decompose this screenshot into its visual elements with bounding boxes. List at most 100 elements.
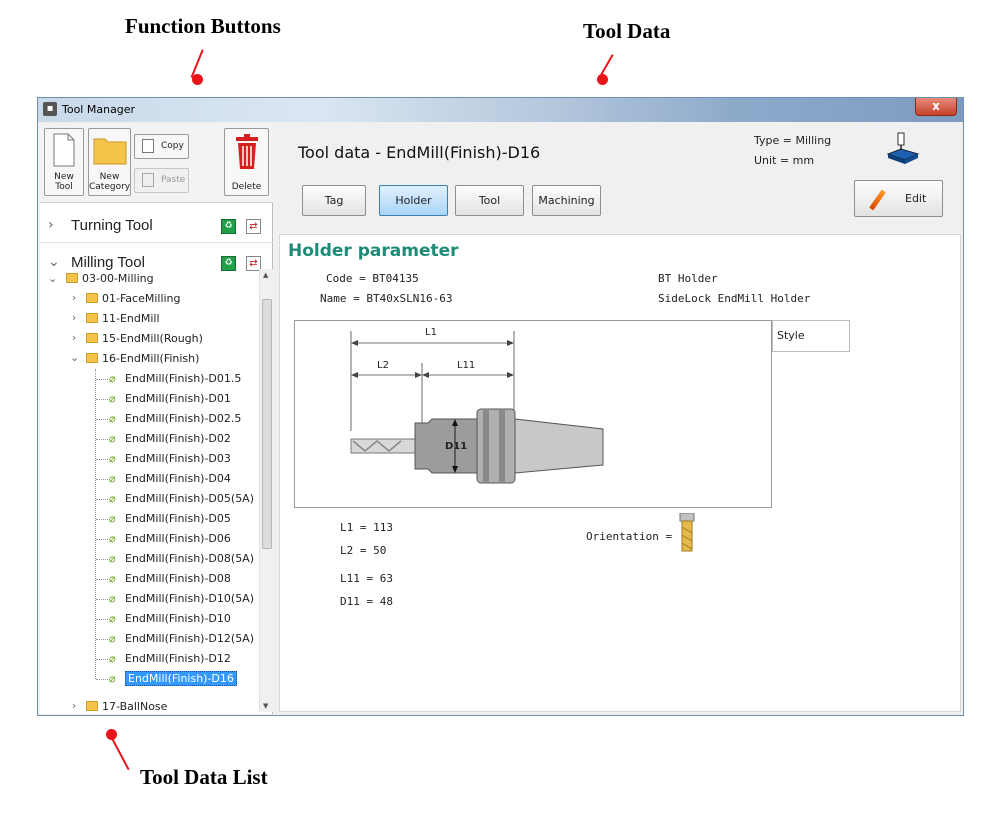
chevron-down-icon[interactable]: ⌄ — [70, 351, 79, 364]
holder-parameter-panel: Holder parameter Code = BT04135 Name = B… — [279, 234, 961, 712]
tab-holder[interactable]: Holder — [379, 185, 448, 216]
turning-tool-label: Turning Tool — [71, 217, 153, 234]
tree-leaf-label: EndMill(Finish)-D05(5A) — [125, 492, 255, 505]
orientation-label: Orientation = — [586, 530, 673, 543]
edit-button[interactable]: Edit — [854, 180, 943, 217]
tree-leaf-label: EndMill(Finish)-D04 — [125, 472, 231, 485]
left-pane: New Tool New Category Copy Paste Delete … — [40, 124, 273, 714]
tree-leaf[interactable]: ⌀ EndMill(Finish)-D01.5 — [109, 369, 241, 389]
value-l2: L2 = 50 — [340, 544, 387, 557]
scroll-down-arrow[interactable]: ▼ — [263, 702, 268, 710]
tree-leaf-label: EndMill(Finish)-D05 — [125, 512, 231, 525]
folder-icon — [93, 138, 126, 165]
chevron-right-icon[interactable]: › — [72, 699, 76, 712]
tree-leaf[interactable]: ⌀ EndMill(Finish)-D08 — [109, 569, 231, 589]
value-l1: L1 = 113 — [340, 521, 393, 534]
folder-icon — [66, 273, 78, 283]
tree-leaf[interactable]: ⌀ EndMill(Finish)-D05 — [109, 509, 231, 529]
endmill-icon: ⌀ — [109, 472, 116, 485]
tree-leaf[interactable]: ⌀ EndMill(Finish)-D12 — [109, 649, 231, 669]
tool-data-list-callout: Tool Data List — [140, 765, 268, 789]
tree-leaf[interactable]: ⌀ EndMill(Finish)-D03 — [109, 449, 231, 469]
tree-leaf-selected[interactable]: ⌀ EndMill(Finish)-D16 — [109, 669, 237, 689]
chevron-down-icon[interactable]: ⌄ — [48, 272, 57, 285]
tree-leaf-label: EndMill(Finish)-D16 — [125, 671, 237, 686]
tab-machining[interactable]: Machining — [532, 185, 601, 216]
style-field[interactable]: Style — [772, 320, 850, 352]
milling-machine-icon — [886, 132, 920, 164]
tree-connector — [96, 479, 108, 480]
chevron-right-icon[interactable]: › — [72, 291, 76, 304]
tab-tag[interactable]: Tag — [302, 185, 366, 216]
paste-label: Paste — [161, 175, 186, 185]
turning-tool-section[interactable]: › Turning Tool ♻ ⇄ — [40, 210, 273, 242]
tree-leaf-label: EndMill(Finish)-D08(5A) — [125, 552, 255, 565]
folder-icon — [86, 293, 98, 303]
tree-leaf-label: EndMill(Finish)-D02.5 — [125, 412, 242, 425]
tree-leaf-label: EndMill(Finish)-D01 — [125, 392, 231, 405]
delete-button[interactable]: Delete — [224, 128, 269, 196]
function-buttons-callout: Function Buttons — [125, 14, 281, 38]
tool-data-marker — [597, 74, 608, 85]
tool-data-pane: Tool data - EndMill(Finish)-D16 Type = M… — [278, 124, 962, 714]
paste-button[interactable]: Paste — [134, 168, 189, 193]
app-icon: ▪ — [43, 102, 57, 116]
tree-leaf[interactable]: ⌀ EndMill(Finish)-D10 — [109, 609, 231, 629]
style-label: Style — [777, 329, 805, 342]
close-button[interactable]: x — [915, 98, 957, 116]
scrollbar-thumb[interactable] — [262, 299, 272, 549]
holder-parameter-heading: Holder parameter — [288, 241, 459, 261]
tree-folder-partial[interactable]: 17-BallNose — [86, 697, 167, 712]
tree-leaf[interactable]: ⌀ EndMill(Finish)-D08(5A) — [109, 549, 254, 569]
tree-leaf[interactable]: ⌀ EndMill(Finish)-D06 — [109, 529, 231, 549]
new-document-icon — [53, 133, 75, 167]
tree-folder-endmill-finish[interactable]: 16-EndMill(Finish) — [86, 349, 199, 369]
scroll-up-arrow[interactable]: ▲ — [263, 271, 268, 279]
dim-label-l2: L2 — [377, 360, 389, 371]
tool-type: Type = Milling — [754, 134, 832, 147]
tree-folder-endmill-rough[interactable]: 15-EndMill(Rough) — [86, 329, 203, 349]
new-tool-button[interactable]: New Tool — [44, 128, 84, 196]
tab-tool[interactable]: Tool — [455, 185, 524, 216]
copy-button[interactable]: Copy — [134, 134, 189, 159]
tool-data-callout: Tool Data — [583, 19, 671, 43]
tree-folder-facemilling[interactable]: 01-FaceMilling — [86, 289, 181, 309]
tree-leaf[interactable]: ⌀ EndMill(Finish)-D12(5A) — [109, 629, 254, 649]
endmill-icon: ⌀ — [109, 612, 116, 625]
tree-leaf[interactable]: ⌀ EndMill(Finish)-D04 — [109, 469, 231, 489]
endmill-icon: ⌀ — [109, 392, 116, 405]
tree-folder-label: 17-BallNose — [102, 700, 168, 712]
pencil-icon — [869, 189, 886, 211]
tree-connector — [96, 619, 108, 620]
import-export-icon[interactable]: ⇄ — [246, 219, 261, 234]
tree-leaf[interactable]: ⌀ EndMill(Finish)-D01 — [109, 389, 231, 409]
tree-leaf[interactable]: ⌀ EndMill(Finish)-D10(5A) — [109, 589, 254, 609]
holder-drawing: L1 L2 L11 D11 — [294, 320, 772, 508]
tree-leaf[interactable]: ⌀ EndMill(Finish)-D02 — [109, 429, 231, 449]
tree-scrollbar[interactable]: ▲ ▼ — [259, 269, 273, 712]
tree-connector — [96, 399, 108, 400]
tool-unit: Unit = mm — [754, 154, 815, 167]
title-bar[interactable]: ▪ Tool Manager x — [38, 98, 963, 122]
tree-connector — [96, 499, 108, 500]
tree-folder-endmill[interactable]: 11-EndMill — [86, 309, 160, 329]
new-category-button[interactable]: New Category — [88, 128, 131, 196]
copy-icon — [142, 139, 154, 153]
endmill-icon: ⌀ — [109, 372, 116, 385]
dim-label-d11: D11 — [445, 441, 468, 452]
tree-leaf[interactable]: ⌀ EndMill(Finish)-D02.5 — [109, 409, 241, 429]
dim-label-l11: L11 — [457, 360, 476, 371]
chevron-right-icon[interactable]: › — [72, 331, 76, 344]
tree-leaf-label: EndMill(Finish)-D02 — [125, 432, 231, 445]
tree-leaf[interactable]: ⌀ EndMill(Finish)-D05(5A) — [109, 489, 254, 509]
tree-folder-root[interactable]: 03-00-Milling — [66, 269, 154, 289]
endmill-icon: ⌀ — [109, 632, 116, 645]
chevron-right-icon[interactable]: › — [72, 311, 76, 324]
tree-connector — [96, 519, 108, 520]
endmill-icon: ⌀ — [109, 592, 116, 605]
folder-icon — [86, 701, 98, 711]
divider — [40, 242, 273, 243]
recycle-icon[interactable]: ♻ — [221, 219, 236, 234]
tree-folder-label: 01-FaceMilling — [102, 292, 181, 305]
tree-folder-label: 03-00-Milling — [82, 272, 154, 285]
